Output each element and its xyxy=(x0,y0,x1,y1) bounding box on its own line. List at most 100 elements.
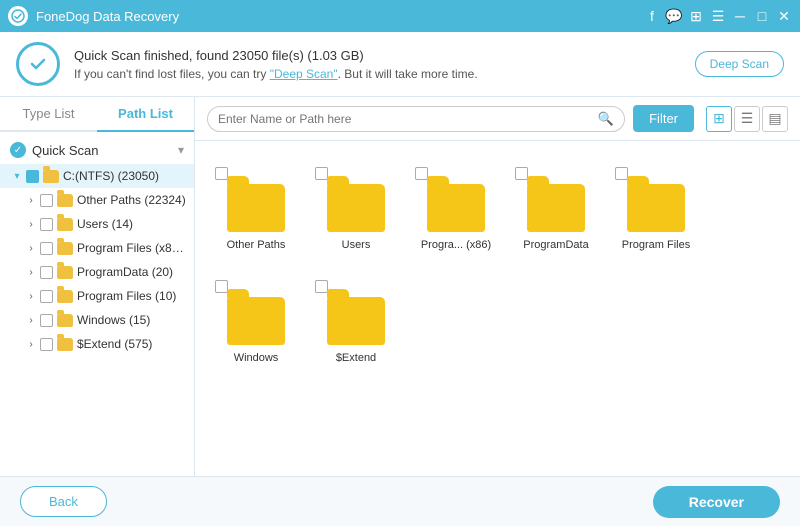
scan-result-line1: Quick Scan finished, found 23050 file(s)… xyxy=(74,48,695,63)
folder-big-icon xyxy=(427,184,485,232)
body-area: Type List Path List Quick Scan ▾ ▾ C:(NT… xyxy=(0,97,800,476)
tree-checkbox[interactable] xyxy=(40,194,53,207)
app-title: FoneDog Data Recovery xyxy=(36,9,644,24)
hint-prefix: If you can't find lost files, you can tr… xyxy=(74,67,270,81)
file-item-name: Other Paths xyxy=(227,238,286,252)
expander-icon: › xyxy=(24,217,38,231)
menu-icon[interactable]: ☰ xyxy=(710,8,726,24)
search-box: 🔍 xyxy=(207,106,625,132)
hint-suffix: . But it will take more time. xyxy=(338,67,478,81)
list-item[interactable]: Users xyxy=(311,157,401,260)
folder-icon xyxy=(57,194,73,207)
expander-icon: › xyxy=(24,193,38,207)
tree-checkbox[interactable] xyxy=(26,170,39,183)
status-text: Quick Scan finished, found 23050 file(s)… xyxy=(74,48,695,81)
tree-item-other-paths[interactable]: › Other Paths (22324) xyxy=(0,188,194,212)
tab-path-list[interactable]: Path List xyxy=(97,97,194,132)
tree-item-label: Program Files (x86) (9... xyxy=(77,241,188,255)
bottom-bar: Back Recover xyxy=(0,476,800,526)
list-view-button[interactable]: ☰ xyxy=(734,106,760,132)
chevron-down-icon: ▾ xyxy=(178,143,184,157)
folder-icon xyxy=(57,266,73,279)
file-item-name: Windows xyxy=(234,351,279,365)
expander-icon: › xyxy=(24,289,38,303)
folder-icon xyxy=(57,314,73,327)
tree-item-users[interactable]: › Users (14) xyxy=(0,212,194,236)
folder-big-icon xyxy=(327,297,385,345)
chat-icon[interactable]: 💬 xyxy=(666,8,682,24)
tree-item-label: C:(NTFS) (23050) xyxy=(63,169,188,183)
tree-item-label: ProgramData (20) xyxy=(77,265,188,279)
folder-icon xyxy=(43,170,59,183)
list-item[interactable]: Program Files xyxy=(611,157,701,260)
grid-icon[interactable]: ⊞ xyxy=(688,8,704,24)
deep-scan-button[interactable]: Deep Scan xyxy=(695,51,784,77)
tree-checkbox[interactable] xyxy=(40,266,53,279)
tree-item-windows[interactable]: › Windows (15) xyxy=(0,308,194,332)
close-icon[interactable]: ✕ xyxy=(776,8,792,24)
status-icon xyxy=(16,42,60,86)
main-content: Quick Scan finished, found 23050 file(s)… xyxy=(0,32,800,526)
file-toolbar: 🔍 Filter ⊞ ☰ ▤ xyxy=(195,97,800,141)
list-item[interactable]: ProgramData xyxy=(511,157,601,260)
tree-item-extend[interactable]: › $Extend (575) xyxy=(0,332,194,356)
app-logo xyxy=(8,6,28,26)
file-item-name: Progra... (x86) xyxy=(421,238,491,252)
expander-icon: ▾ xyxy=(10,169,24,183)
expander-icon: › xyxy=(24,241,38,255)
file-area: 🔍 Filter ⊞ ☰ ▤ Other Paths xyxy=(195,97,800,476)
search-icon: 🔍 xyxy=(598,111,614,127)
view-buttons: ⊞ ☰ ▤ xyxy=(706,106,788,132)
tree-item-programdata[interactable]: › ProgramData (20) xyxy=(0,260,194,284)
folder-icon xyxy=(57,218,73,231)
tree-checkbox[interactable] xyxy=(40,218,53,231)
file-grid: Other Paths Users Progra... (x86 xyxy=(195,141,800,476)
detail-view-button[interactable]: ▤ xyxy=(762,106,788,132)
tree-item-label: Windows (15) xyxy=(77,313,188,327)
file-item-name: ProgramData xyxy=(523,238,588,252)
title-bar: FoneDog Data Recovery f 💬 ⊞ ☰ ─ □ ✕ xyxy=(0,0,800,32)
status-banner: Quick Scan finished, found 23050 file(s)… xyxy=(0,32,800,97)
list-item[interactable]: $Extend xyxy=(311,270,401,373)
back-button[interactable]: Back xyxy=(20,486,107,517)
tree-item-label: $Extend (575) xyxy=(77,337,188,351)
folder-big-icon xyxy=(627,184,685,232)
list-item[interactable]: Progra... (x86) xyxy=(411,157,501,260)
expander-icon: › xyxy=(24,265,38,279)
recover-button[interactable]: Recover xyxy=(653,486,780,518)
list-item[interactable]: Windows xyxy=(211,270,301,373)
tab-type-list[interactable]: Type List xyxy=(0,97,97,132)
grid-view-button[interactable]: ⊞ xyxy=(706,106,732,132)
tree-item-label: Other Paths (22324) xyxy=(77,193,188,207)
tree-item-program-files-x86[interactable]: › Program Files (x86) (9... xyxy=(0,236,194,260)
sidebar: Type List Path List Quick Scan ▾ ▾ C:(NT… xyxy=(0,97,195,476)
folder-big-icon xyxy=(227,297,285,345)
tree-checkbox[interactable] xyxy=(40,314,53,327)
tree-item-label: Program Files (10) xyxy=(77,289,188,303)
tree-checkbox[interactable] xyxy=(40,290,53,303)
folder-big-icon xyxy=(227,184,285,232)
folder-icon xyxy=(57,338,73,351)
tab-row: Type List Path List xyxy=(0,97,194,132)
folder-big-icon xyxy=(327,184,385,232)
tree-checkbox[interactable] xyxy=(40,338,53,351)
file-item-name: $Extend xyxy=(336,351,376,365)
list-item[interactable]: Other Paths xyxy=(211,157,301,260)
filter-button[interactable]: Filter xyxy=(633,105,694,132)
scan-check-icon xyxy=(10,142,26,158)
facebook-icon[interactable]: f xyxy=(644,8,660,24)
folder-icon xyxy=(57,290,73,303)
folder-icon xyxy=(57,242,73,255)
scan-result-line2: If you can't find lost files, you can tr… xyxy=(74,67,695,81)
expander-icon: › xyxy=(24,313,38,327)
minimize-icon[interactable]: ─ xyxy=(732,8,748,24)
file-item-name: Users xyxy=(342,238,371,252)
search-input[interactable] xyxy=(218,112,598,126)
deep-scan-link[interactable]: "Deep Scan" xyxy=(270,67,338,81)
file-item-name: Program Files xyxy=(622,238,690,252)
tree-item-root[interactable]: ▾ C:(NTFS) (23050) xyxy=(0,164,194,188)
maximize-icon[interactable]: □ xyxy=(754,8,770,24)
tree-checkbox[interactable] xyxy=(40,242,53,255)
tree-item-program-files[interactable]: › Program Files (10) xyxy=(0,284,194,308)
quick-scan-row[interactable]: Quick Scan ▾ xyxy=(0,136,194,164)
